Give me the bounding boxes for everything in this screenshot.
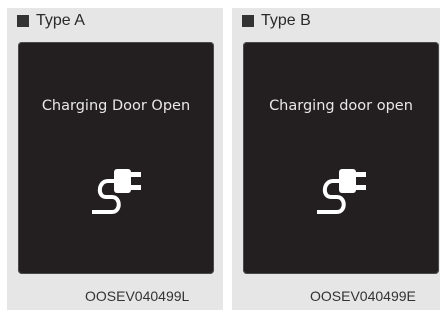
charging-plug-icon [317,169,366,214]
status-message: Charging Door Open [41,98,191,114]
display-screen: Charging door open [243,42,439,274]
panel-header: Type B [242,11,311,31]
panel-header: Type A [17,11,85,31]
square-bullet-icon [17,15,29,27]
charging-plug-icon [92,169,141,214]
display-screen: Charging Door Open [18,42,214,274]
figure-code: OOSEV040499L [85,288,190,304]
type-label: Type A [36,12,85,29]
status-message: Charging door open [269,98,413,114]
panel-type-b: Type B Charging door open [232,8,440,310]
panel-type-a: Type A Charging Door Open [7,8,223,310]
square-bullet-icon [242,15,254,27]
figure-code: OOSEV040499E [310,288,416,304]
type-label: Type B [261,12,311,29]
figure: Type A Charging Door Open Type B Chargin… [0,0,440,312]
